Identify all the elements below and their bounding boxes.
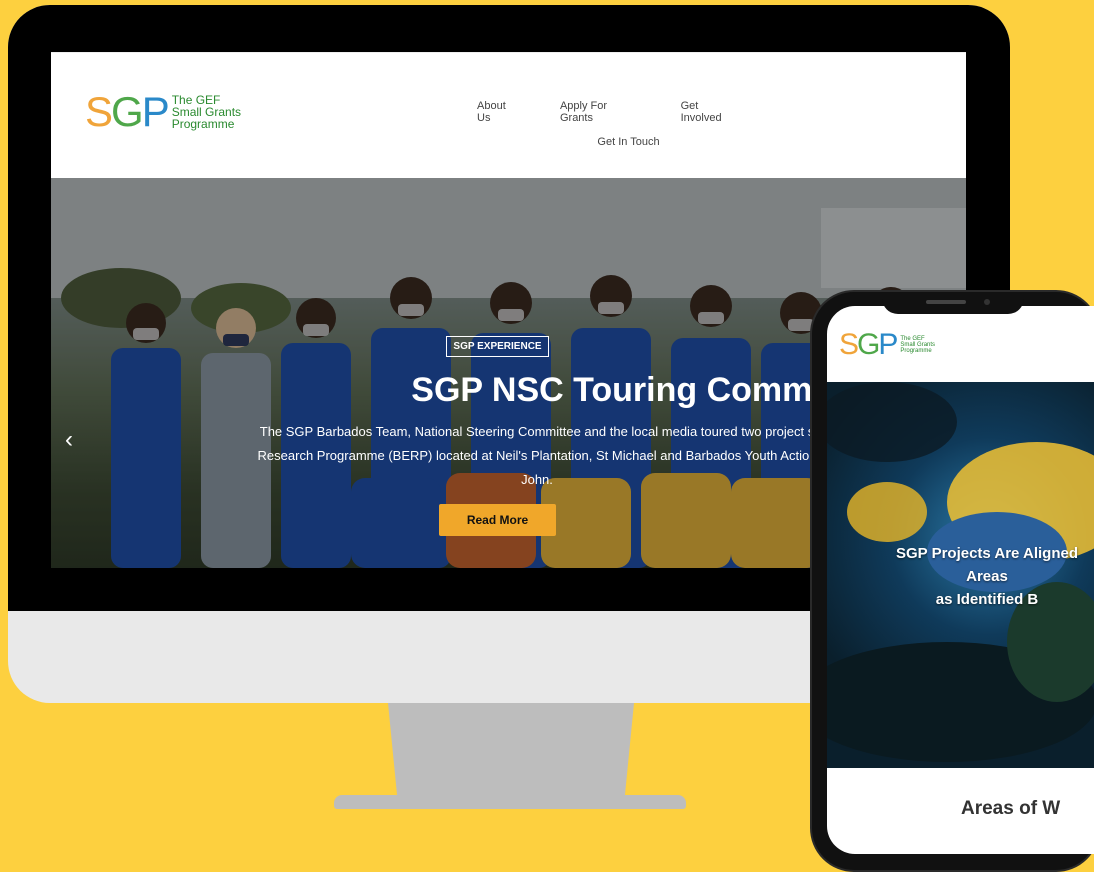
- logo-text: The GEF Small Grants Programme: [172, 94, 241, 130]
- mobile-logo-mark: SGP: [839, 328, 898, 361]
- main-nav: About Us Apply For Grants Get Involved G…: [477, 100, 742, 148]
- camera-icon: [984, 299, 990, 305]
- monitor-stand-base: [334, 795, 686, 809]
- logo-mark: SGP: [85, 88, 170, 135]
- logo-letter-g: G: [111, 88, 144, 135]
- mobile-hero-line-1: SGP Projects Are Aligned: [896, 545, 1078, 562]
- mobile-hero-line-3: as Identified B: [935, 591, 1039, 608]
- hero-description: The SGP Barbados Team, National Steering…: [187, 420, 887, 492]
- hero-desc-line-3: John.: [521, 472, 553, 487]
- mobile-logo[interactable]: SGP The GEF Small Grants Programme: [839, 330, 935, 360]
- logo-letter-p: P: [141, 88, 170, 135]
- hero-desc-line-2: Research Programme (BERP) located at Nei…: [257, 448, 817, 463]
- monitor-stand-neck: [388, 703, 634, 803]
- nav-about-us[interactable]: About Us: [477, 100, 522, 124]
- phone-screen: SGP The GEF Small Grants Programme SGP P…: [827, 306, 1094, 854]
- site-header: SGP The GEF Small Grants Programme About…: [51, 52, 966, 179]
- mobile-hero-line-2: Areas: [966, 568, 1008, 585]
- mobile-hero-text: SGP Projects Are Aligned Areas as Identi…: [827, 542, 1094, 611]
- mobile-logo-letter-g: G: [857, 328, 880, 361]
- mobile-logo-letter-p: P: [878, 328, 898, 361]
- logo-letter-s: S: [85, 88, 113, 135]
- mobile-hero: SGP Projects Are Aligned Areas as Identi…: [827, 382, 1094, 768]
- mobile-logo-line-3: Programme: [900, 348, 932, 354]
- phone-notch: [882, 292, 1024, 314]
- logo-line-3: Programme: [171, 117, 235, 131]
- sgp-logo[interactable]: SGP The GEF Small Grants Programme: [85, 91, 241, 133]
- hero-tag[interactable]: SGP EXPERIENCE: [446, 336, 549, 357]
- nav-get-in-touch[interactable]: Get In Touch: [597, 136, 659, 148]
- mobile-logo-text: The GEF Small Grants Programme: [900, 336, 935, 354]
- read-more-button[interactable]: Read More: [438, 504, 557, 536]
- speaker-icon: [926, 300, 966, 304]
- hero-desc-line-1: The SGP Barbados Team, National Steering…: [259, 424, 815, 439]
- nav-get-involved[interactable]: Get Involved: [681, 100, 742, 124]
- mobile-section-title: Areas of W: [961, 798, 1061, 819]
- mobile-phone: SGP The GEF Small Grants Programme SGP P…: [810, 290, 1094, 872]
- mobile-logo-letter-s: S: [839, 328, 859, 361]
- nav-apply-for-grants[interactable]: Apply For Grants: [560, 100, 643, 124]
